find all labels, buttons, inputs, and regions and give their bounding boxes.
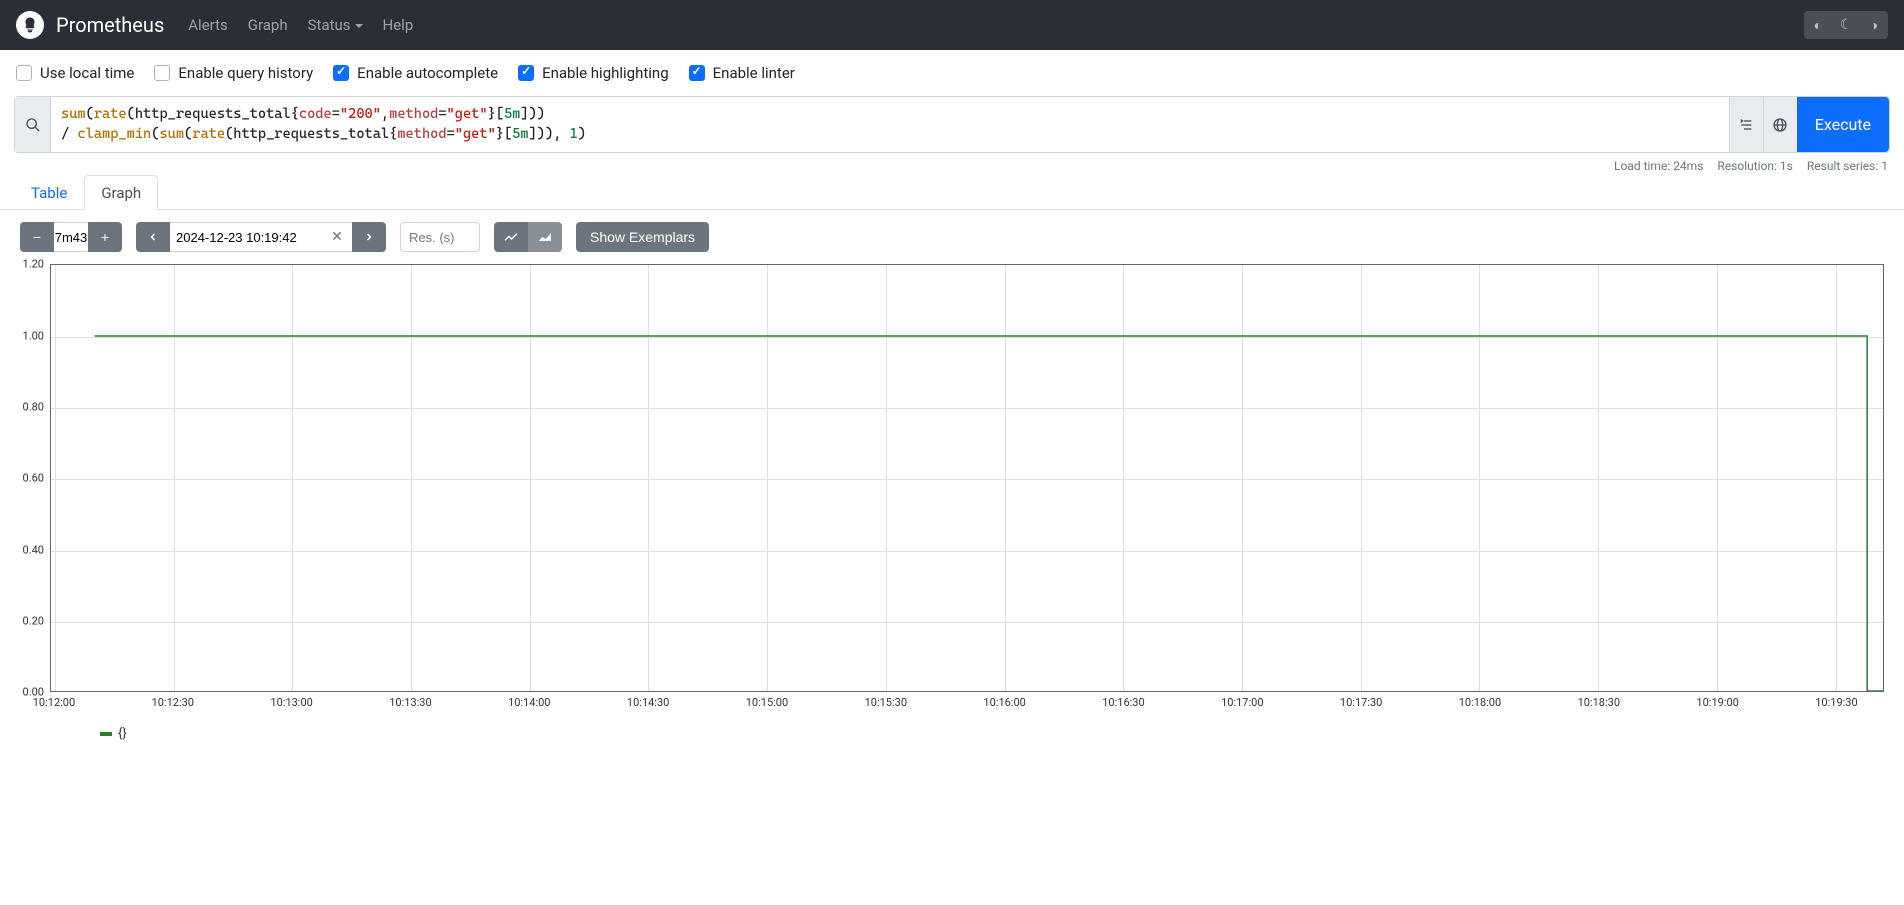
graph-controls: − + ✕ Show Exemplars	[0, 210, 1904, 264]
navbar: Prometheus Alerts Graph Status Help ◐ ☾ …	[0, 0, 1904, 50]
theme-dark-icon[interactable]: ☾	[1832, 11, 1860, 39]
option-query-history[interactable]: Enable query history	[154, 64, 313, 82]
checkbox-icon[interactable]	[16, 65, 32, 81]
range-decrease-button[interactable]: −	[20, 222, 54, 252]
time-back-button[interactable]	[136, 222, 170, 252]
load-time: Load time: 24ms	[1614, 159, 1703, 173]
legend-label: {}	[118, 726, 127, 741]
brand-link[interactable]: Prometheus	[16, 11, 164, 39]
option-label: Use local time	[40, 64, 134, 82]
time-clear-button[interactable]: ✕	[322, 222, 352, 252]
nav-graph[interactable]: Graph	[240, 8, 296, 42]
option-label: Enable query history	[178, 64, 313, 82]
globe-button[interactable]	[1763, 97, 1797, 152]
tab-graph[interactable]: Graph	[84, 175, 158, 210]
range-group: − +	[20, 222, 122, 252]
chart-container: 0.000.200.400.600.801.001.20 10:12:0010:…	[20, 264, 1884, 712]
brand-text: Prometheus	[56, 13, 164, 37]
legend-swatch-icon	[100, 732, 112, 736]
format-query-button[interactable]	[1729, 97, 1763, 152]
checkbox-icon[interactable]	[154, 65, 170, 81]
nav-links: Alerts Graph Status Help	[180, 8, 1804, 42]
stats-row: Load time: 24ms Resolution: 1s Result se…	[0, 153, 1904, 175]
checkbox-icon[interactable]	[689, 65, 705, 81]
option-autocomplete[interactable]: Enable autocomplete	[333, 64, 498, 82]
y-axis: 0.000.200.400.600.801.001.20	[20, 264, 50, 692]
resolution: Resolution: 1s	[1717, 159, 1792, 173]
search-icon	[15, 97, 51, 152]
nav-help[interactable]: Help	[375, 8, 422, 42]
chart-plot[interactable]	[50, 264, 1884, 692]
checkbox-icon[interactable]	[518, 65, 534, 81]
legend: {}	[100, 726, 1884, 741]
theme-light-icon[interactable]: ◑	[1860, 11, 1888, 39]
execute-button[interactable]: Execute	[1797, 97, 1889, 152]
tabs: Table Graph	[0, 175, 1904, 210]
theme-switcher: ◐ ☾ ◑	[1804, 11, 1888, 39]
option-highlighting[interactable]: Enable highlighting	[518, 64, 669, 82]
nav-alerts[interactable]: Alerts	[180, 8, 236, 42]
line-chart-button[interactable]	[494, 222, 528, 252]
query-row: sum(rate(http_requests_total{code="200",…	[14, 96, 1890, 153]
range-increase-button[interactable]: +	[88, 222, 122, 252]
option-local-time[interactable]: Use local time	[16, 64, 134, 82]
option-label: Enable autocomplete	[357, 64, 498, 82]
option-linter[interactable]: Enable linter	[689, 64, 795, 82]
time-input[interactable]	[170, 222, 322, 252]
x-axis: 10:12:0010:12:3010:13:0010:13:3010:14:00…	[50, 692, 1884, 712]
checkbox-icon[interactable]	[333, 65, 349, 81]
time-forward-button[interactable]	[352, 222, 386, 252]
option-label: Enable highlighting	[542, 64, 669, 82]
options-row: Use local time Enable query history Enab…	[0, 50, 1904, 96]
time-group: ✕	[136, 222, 386, 252]
show-exemplars-button[interactable]: Show Exemplars	[576, 222, 709, 252]
stacked-chart-button[interactable]	[528, 222, 562, 252]
chart-type-group	[494, 222, 562, 252]
theme-auto-icon[interactable]: ◐	[1804, 11, 1832, 39]
prometheus-logo-icon	[16, 11, 44, 39]
tab-table[interactable]: Table	[14, 175, 84, 210]
resolution-input[interactable]	[400, 222, 480, 252]
result-series: Result series: 1	[1807, 159, 1888, 173]
query-input[interactable]: sum(rate(http_requests_total{code="200",…	[51, 97, 1729, 152]
nav-status[interactable]: Status	[300, 8, 371, 42]
option-label: Enable linter	[713, 64, 795, 82]
range-input[interactable]	[54, 222, 88, 252]
